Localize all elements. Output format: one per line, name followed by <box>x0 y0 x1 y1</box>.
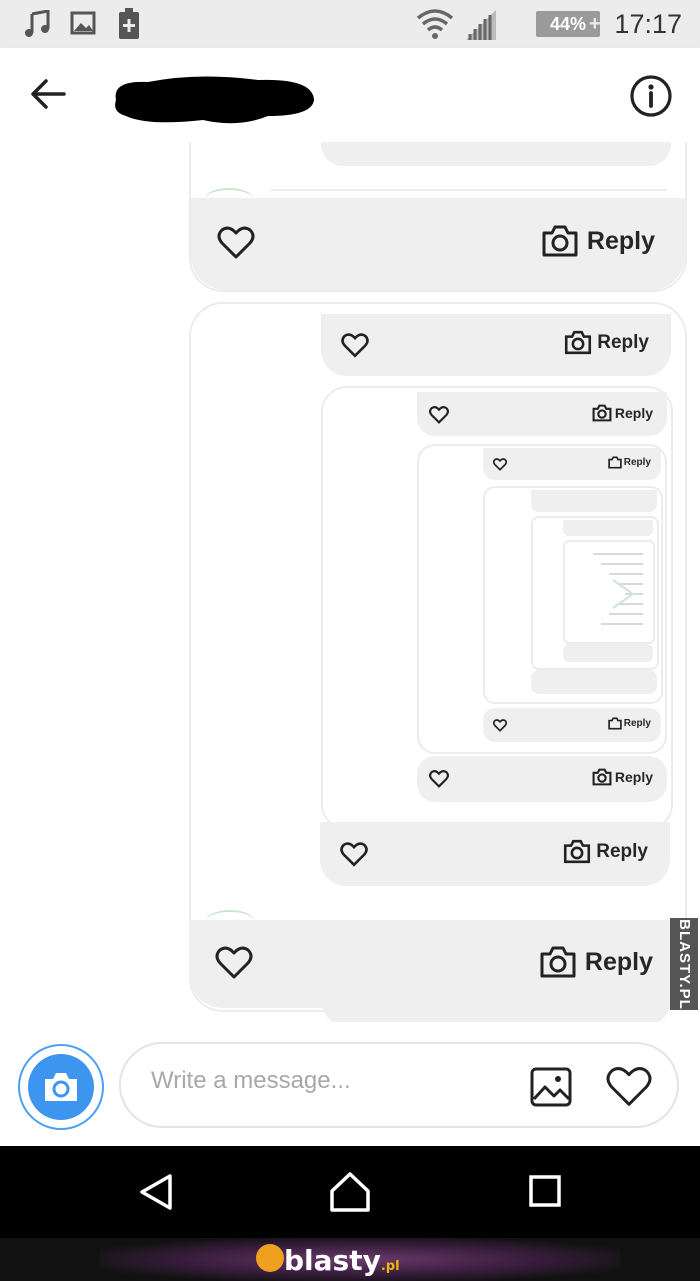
camera-button[interactable] <box>18 1044 104 1130</box>
nested-reply-bar: Reply <box>483 708 661 742</box>
nested-reply-bar: Reply <box>483 448 661 480</box>
story-reply-bar: Reply <box>191 198 685 290</box>
info-icon[interactable] <box>629 74 673 118</box>
story-reply-bar: Reply <box>189 920 683 1008</box>
camera-icon <box>564 839 591 864</box>
nested-story-reply <box>483 486 663 704</box>
nested-reply: Reply <box>608 456 651 469</box>
nested-reply-bar: Reply <box>321 314 671 376</box>
charging-indicator: + <box>589 13 601 35</box>
signal-icon <box>466 10 496 40</box>
message-field[interactable] <box>119 1042 679 1128</box>
chat-header <box>0 48 700 142</box>
gallery-icon[interactable] <box>530 1067 572 1107</box>
system-navigation-bar <box>0 1146 700 1238</box>
battery-saver-icon <box>119 8 139 39</box>
nested-story-reply <box>531 516 659 670</box>
heart-icon <box>493 719 507 732</box>
nested-reply-bar <box>531 670 657 694</box>
heart-icon <box>429 406 449 424</box>
nested-reply: Reply <box>564 330 649 355</box>
nested-reply-bar <box>531 490 657 512</box>
reply-button[interactable]: Reply <box>539 945 653 979</box>
music-note-icon <box>25 10 50 37</box>
image-icon <box>70 11 96 35</box>
reply-label: Reply <box>597 331 649 353</box>
story-reply-message[interactable]: Reply <box>189 142 687 292</box>
nested-reply: Reply <box>563 839 648 864</box>
nested-reply-bar: Reply <box>417 756 667 802</box>
message-input[interactable] <box>149 1066 513 1096</box>
camera-icon <box>592 768 612 786</box>
nested-story-reply <box>563 540 655 644</box>
camera-icon <box>608 456 622 469</box>
nav-recent-apps-icon[interactable] <box>528 1174 562 1208</box>
wifi-icon <box>416 9 454 39</box>
reply-label: Reply <box>623 457 651 468</box>
nested-story-reply: Reply Reply Reply Reply <box>321 386 673 830</box>
nested-reply-bar <box>563 644 653 662</box>
watermark-logo: blasty.pl <box>284 1244 400 1277</box>
watermark-side: BLASTY.PL <box>670 918 698 1010</box>
heart-icon[interactable] <box>215 946 253 980</box>
reply-button[interactable]: Reply <box>541 224 655 258</box>
reply-label: Reply <box>614 769 653 785</box>
nested-reply-bar <box>321 142 671 166</box>
heart-icon <box>340 842 368 867</box>
camera-icon <box>592 404 612 422</box>
contact-name-redacted[interactable] <box>108 70 316 126</box>
nested-reply: Reply <box>592 768 653 786</box>
heart-icon[interactable] <box>605 1066 653 1108</box>
nested-reply-bar: Reply <box>417 392 667 436</box>
status-bar: 44% + 17:17 <box>0 0 700 48</box>
reply-label: Reply <box>584 947 653 976</box>
recursive-pattern <box>593 553 643 625</box>
watermark-brand: blasty <box>284 1244 381 1277</box>
nav-back-icon[interactable] <box>138 1173 174 1211</box>
camera-icon <box>542 225 578 257</box>
reply-label: Reply <box>614 405 653 421</box>
camera-icon <box>608 717 622 730</box>
camera-icon <box>28 1054 94 1120</box>
clock: 17:17 <box>614 9 682 39</box>
reply-label: Reply <box>596 840 648 862</box>
message-thread[interactable]: Reply Reply Reply Reply Reply Reply Repl… <box>0 142 700 1022</box>
story-reply-message[interactable]: Reply Reply Reply Reply Reply <box>189 302 687 1022</box>
battery-level: 44% <box>549 14 587 34</box>
camera-icon <box>540 946 576 978</box>
heart-icon <box>429 770 449 788</box>
nested-reply-bar: Reply <box>320 822 670 886</box>
watermark-mascot <box>256 1244 284 1272</box>
nested-reply: Reply <box>608 717 651 730</box>
nav-home-icon[interactable] <box>328 1171 372 1213</box>
camera-icon <box>565 330 592 355</box>
arrow-left-icon[interactable] <box>30 78 66 110</box>
heart-icon <box>493 458 507 471</box>
watermark-footer: blasty.pl <box>0 1238 700 1281</box>
nested-frame-edge <box>271 189 667 191</box>
nested-reply: Reply <box>592 404 653 422</box>
reply-label: Reply <box>586 226 655 255</box>
nested-story-reply: Reply Reply <box>417 444 667 754</box>
reply-label: Reply <box>623 718 651 729</box>
heart-icon[interactable] <box>217 226 255 260</box>
nested-reply-bar <box>563 520 653 536</box>
message-composer <box>0 1022 700 1146</box>
heart-icon <box>341 333 369 358</box>
watermark-brand-suffix: .pl <box>380 1259 400 1274</box>
watermark-side-text: BLASTY.PL <box>675 918 693 1010</box>
